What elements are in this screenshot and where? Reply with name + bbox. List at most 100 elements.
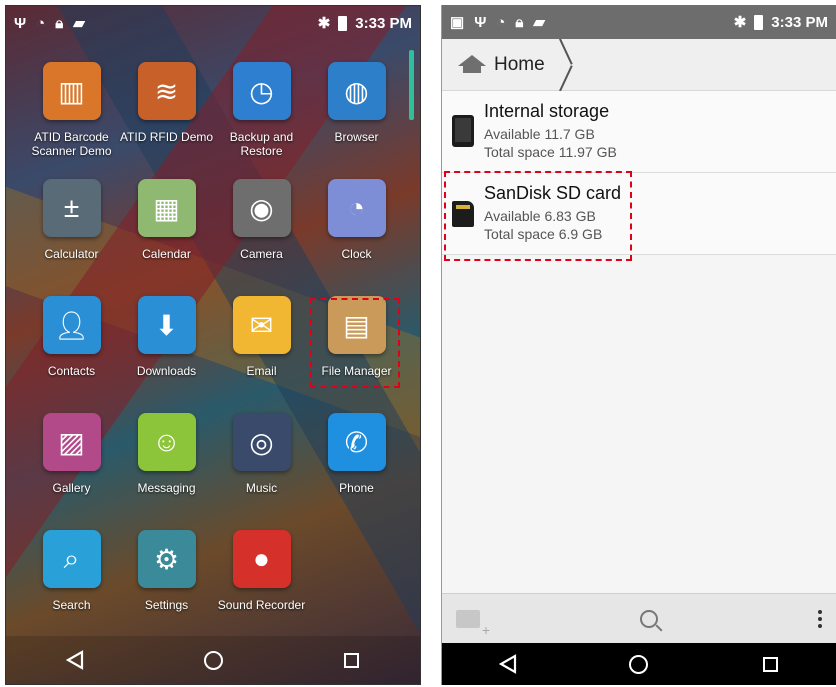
file-manager-highlight xyxy=(310,298,400,388)
back-button[interactable] xyxy=(478,644,538,684)
back-triangle-icon xyxy=(498,654,516,674)
app-music[interactable]: ◎ Music xyxy=(214,413,309,523)
calculator-icon: ± xyxy=(42,179,101,237)
app-label: Settings xyxy=(144,598,189,612)
app-label: Contacts xyxy=(47,364,96,378)
overflow-menu-icon[interactable] xyxy=(818,609,822,628)
music-icon: ◎ xyxy=(232,413,291,471)
app-email[interactable]: ✉ Email xyxy=(214,296,309,406)
phone-icon: ✆ xyxy=(327,413,386,471)
email-icon: ✉ xyxy=(232,296,291,354)
home-icon[interactable] xyxy=(458,54,486,75)
app-messaging[interactable]: ☺ Messaging xyxy=(119,413,214,523)
home-button[interactable] xyxy=(183,640,243,680)
rfid-icon: ≋ xyxy=(137,62,196,120)
search-icon[interactable] xyxy=(640,609,658,628)
app-search[interactable]: ⌕ Search xyxy=(24,530,119,640)
app-label: Search xyxy=(52,598,91,612)
storage-total: Total space 11.97 GB xyxy=(484,144,617,160)
app-label: Clock xyxy=(341,247,372,261)
storage-available: Available 11.7 GB xyxy=(484,126,595,142)
search-icon: ⌕ xyxy=(42,530,101,588)
app-barcode[interactable]: ▥ ATID Barcode Scanner Demo xyxy=(24,62,119,172)
app-label: Camera xyxy=(240,247,283,261)
recents-button[interactable] xyxy=(321,640,381,680)
navigation-bar xyxy=(6,636,420,684)
usb-icon: Ψ xyxy=(14,14,27,32)
status-time: 3:33 PM xyxy=(771,13,828,31)
app-settings-gear[interactable]: ⚙ Settings xyxy=(119,530,214,640)
app-backup-clock[interactable]: ◷ Backup and Restore xyxy=(214,62,309,172)
clock-icon: ◔ xyxy=(327,179,386,237)
microphone-icon: ● xyxy=(232,530,291,588)
storage-item-phone[interactable]: Internal storage Available 11.7 GB Total s… xyxy=(442,91,836,173)
app-label: Phone xyxy=(339,481,374,495)
app-calendar[interactable]: ▦ Calendar xyxy=(119,179,214,289)
app-microphone[interactable]: ● Sound Recorder xyxy=(214,530,309,640)
download-icon: ⬇ xyxy=(137,296,196,354)
gallery-icon: ▨ xyxy=(42,413,101,471)
app-label: Messaging xyxy=(137,481,196,495)
status-time: 3:33 PM xyxy=(355,14,412,32)
image-icon: ▣ xyxy=(450,13,465,31)
recents-button[interactable] xyxy=(740,644,800,684)
app-calculator[interactable]: ± Calculator xyxy=(24,179,119,289)
file-manager-screen: ▣ Ψ ◔ 🔒︎ ▰ ✱ 3:33 PM Home Internal stora… xyxy=(441,5,836,685)
status-bar: Ψ ◔ 🔒︎ ▰ ✱ 3:33 PM xyxy=(6,6,420,40)
wifi-icon: ◔ xyxy=(36,14,46,32)
app-contacts[interactable]: 👤︎ Contacts xyxy=(24,296,119,406)
app-label: Downloads xyxy=(136,364,197,378)
contacts-icon: 👤︎ xyxy=(42,296,101,354)
status-bar: ▣ Ψ ◔ 🔒︎ ▰ ✱ 3:33 PM xyxy=(442,5,836,39)
home-circle-icon xyxy=(203,650,223,670)
app-label: Sound Recorder xyxy=(217,598,306,612)
app-label: Email xyxy=(246,364,277,378)
usb-icon: Ψ xyxy=(474,13,487,31)
bluetooth-icon: ✱ xyxy=(733,13,747,31)
app-label: Music xyxy=(245,481,278,495)
sd-card-highlight xyxy=(444,171,632,261)
new-folder-icon[interactable] xyxy=(456,609,490,638)
app-label: Gallery xyxy=(52,481,91,495)
bluetooth-icon: ✱ xyxy=(317,14,331,32)
app-label: Backup and Restore xyxy=(229,130,294,158)
breadcrumb-home[interactable]: Home xyxy=(494,54,545,76)
app-clock[interactable]: ◔ Clock xyxy=(309,179,404,289)
navigation-bar xyxy=(442,643,836,685)
wifi-icon: ◔ xyxy=(496,13,506,31)
app-label: Calendar xyxy=(142,247,191,261)
settings-gear-icon: ⚙ xyxy=(137,530,196,588)
battery-icon xyxy=(754,14,764,30)
sd-card-icon: ▰ xyxy=(533,13,545,31)
home-button[interactable] xyxy=(609,644,669,684)
app-label: Browser xyxy=(334,130,379,144)
breadcrumb-chevron-icon xyxy=(553,39,577,91)
storage-text: Internal storage Available 11.7 GB Total s… xyxy=(484,101,617,161)
back-button[interactable] xyxy=(45,640,105,680)
phone-storage-icon xyxy=(452,115,474,147)
breadcrumb: Home xyxy=(442,39,836,91)
backup-clock-icon: ◷ xyxy=(232,62,291,120)
app-phone[interactable]: ✆ Phone xyxy=(309,413,404,523)
app-rfid[interactable]: ≋ ATID RFID Demo xyxy=(119,62,214,172)
home-circle-icon xyxy=(629,654,649,674)
app-download[interactable]: ⬇ Downloads xyxy=(119,296,214,406)
app-gallery[interactable]: ▨ Gallery xyxy=(24,413,119,523)
app-label: ATID RFID Demo xyxy=(119,130,214,144)
lock-icon: 🔒︎ xyxy=(515,13,524,31)
launcher-screen: Ψ ◔ 🔒︎ ▰ ✱ 3:33 PM ▥ ATID Barcode Scanner… xyxy=(5,5,421,685)
recents-square-icon xyxy=(343,652,359,668)
bottom-toolbar xyxy=(442,593,836,643)
app-globe[interactable]: ◍ Browser xyxy=(309,62,404,172)
scroll-indicator xyxy=(409,50,414,120)
lock-icon: 🔒︎ xyxy=(55,14,64,32)
app-label: Calculator xyxy=(44,247,99,261)
camera-icon: ◉ xyxy=(232,179,291,237)
battery-icon xyxy=(338,15,348,31)
calendar-icon: ▦ xyxy=(137,179,196,237)
app-label: ATID Barcode Scanner Demo xyxy=(31,130,112,158)
back-triangle-icon xyxy=(66,650,84,670)
app-camera[interactable]: ◉ Camera xyxy=(214,179,309,289)
barcode-icon: ▥ xyxy=(42,62,101,120)
sd-card-icon: ▰ xyxy=(73,14,85,32)
